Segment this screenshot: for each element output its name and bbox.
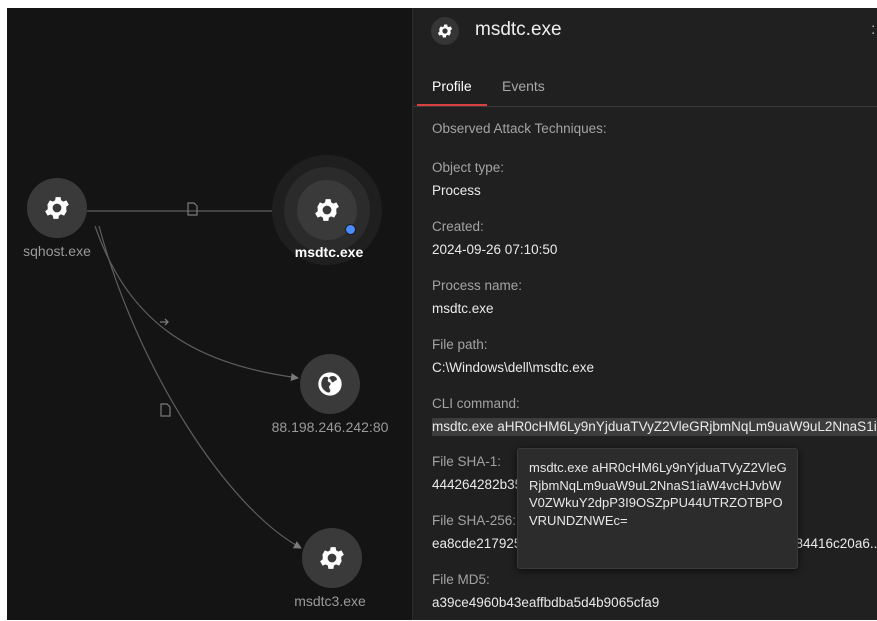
- active-tab-indicator: [417, 104, 487, 106]
- node-ip[interactable]: [300, 354, 360, 414]
- created-label: Created:: [432, 219, 484, 234]
- sha256-value: ea8cde2179250: [432, 536, 529, 551]
- object-type-value: Process: [432, 183, 481, 198]
- process-graph[interactable]: sqhost.exe msdtc.exe 88.198.246.242:80 m…: [7, 8, 412, 620]
- gear-icon: [431, 17, 459, 45]
- file-path-value: C:\Windows\dell\msdtc.exe: [432, 360, 595, 375]
- gear-icon: [315, 199, 339, 221]
- graph-edges: [87, 202, 302, 549]
- file-icon: [160, 403, 171, 417]
- edge-sqhost-ip[interactable]: [94, 225, 299, 382]
- connect-icon: [160, 318, 169, 326]
- panel-tabs: Profile Events: [413, 72, 877, 107]
- sha1-label: File SHA-1:: [432, 454, 502, 469]
- sha256-value-tail: 684416c20a6...: [788, 536, 877, 551]
- md5-label: File MD5:: [432, 572, 490, 587]
- gear-icon: [320, 547, 344, 569]
- file-icon: [187, 202, 198, 216]
- cli-command-value[interactable]: msdtc.exe aHR0cHM6Ly9nYjduaTVyZ2VleGRjbm…: [432, 418, 877, 436]
- node-label-msdtc: msdtc.exe: [294, 244, 364, 260]
- md5-value: a39ce4960b43eaffbdba5d4b9065cfa9: [432, 595, 660, 610]
- process-name-label: Process name:: [432, 278, 523, 293]
- more-menu-icon[interactable]: :: [871, 21, 875, 39]
- cli-command-tooltip: msdtc.exe aHR0cHM6Ly9nYjduaTVyZ2VleGRjbm…: [517, 448, 798, 569]
- created-value: 2024-09-26 07:10:50: [432, 242, 558, 257]
- node-label-sqhost: sqhost.exe: [23, 243, 91, 259]
- node-label-ip: 88.198.246.242:80: [271, 419, 389, 435]
- cli-command-label: CLI command:: [432, 396, 520, 411]
- globe-icon: [318, 372, 342, 396]
- object-type-label: Object type:: [432, 160, 505, 175]
- panel-title: msdtc.exe: [475, 19, 562, 40]
- node-label-msdtc3: msdtc3.exe: [294, 593, 366, 609]
- tab-events[interactable]: Events: [502, 78, 545, 94]
- node-msdtc3[interactable]: [302, 528, 362, 588]
- gear-icon: [45, 197, 69, 219]
- attack-techniques-label: Observed Attack Techniques:: [432, 121, 607, 136]
- process-name-value: msdtc.exe: [432, 301, 494, 316]
- status-dot: [345, 224, 356, 235]
- file-path-label: File path:: [432, 337, 488, 352]
- node-sqhost[interactable]: [27, 178, 87, 238]
- sha1-value: 444264282b35: [432, 477, 523, 492]
- panel-header: msdtc.exe :: [413, 8, 877, 54]
- tab-profile[interactable]: Profile: [432, 78, 472, 94]
- edge-sqhost-msdtc3[interactable]: [98, 225, 302, 549]
- sha256-label: File SHA-256:: [432, 513, 517, 528]
